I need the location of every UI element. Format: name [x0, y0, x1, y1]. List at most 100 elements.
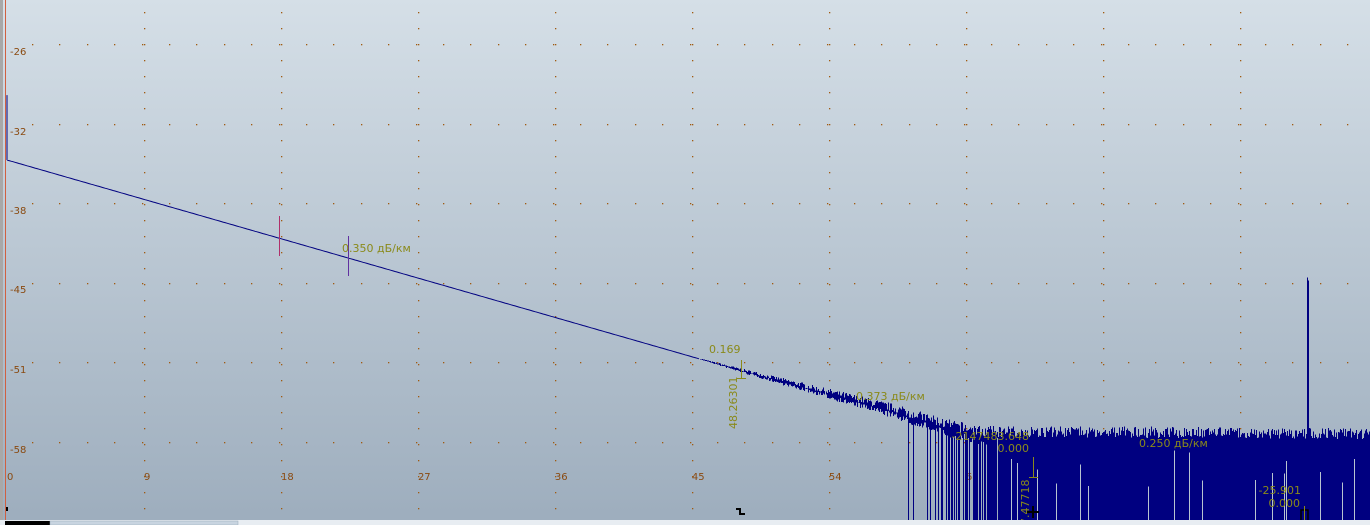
grid-dot [829, 380, 831, 382]
x-tick-label: 45 [692, 472, 705, 483]
grid-dot [580, 203, 582, 205]
grid-dot [692, 220, 694, 222]
grid-dot [114, 203, 116, 205]
grid-dot [1103, 28, 1105, 30]
y-tick-label: -38 [10, 206, 26, 217]
grid-dot [470, 283, 472, 285]
grid-dot [1103, 332, 1105, 334]
grid-dot [1103, 124, 1105, 126]
event3-loss-label: 0.000 [1269, 497, 1301, 510]
grid-dot [1238, 124, 1240, 126]
grid-dot [1073, 283, 1075, 285]
grid-dot [1240, 140, 1242, 142]
grid-dot [1240, 412, 1242, 414]
grid-dot [607, 362, 609, 364]
grid-dot [144, 284, 146, 286]
grid-dot [991, 283, 993, 285]
grid-dot [799, 124, 801, 126]
grid-dot [114, 362, 116, 364]
grid-dot [1103, 252, 1105, 254]
grid-dot [829, 92, 831, 94]
grid-dot [281, 444, 283, 446]
grid-dot [1292, 44, 1294, 46]
left-border [0, 0, 3, 525]
grid-dot [1103, 44, 1105, 46]
grid-dot [1240, 364, 1242, 366]
grid-dot [144, 220, 146, 222]
grid-dot [1240, 284, 1242, 286]
grid-dot [196, 124, 198, 126]
grid-dot [224, 283, 226, 285]
grid-dot [966, 172, 968, 174]
grid-dot [333, 362, 335, 364]
grid-dot [1073, 44, 1075, 46]
grid-dot [1103, 396, 1105, 398]
grid-dot [1292, 203, 1294, 205]
horizontal-scrollbar[interactable] [0, 520, 1370, 525]
grid-dot [418, 428, 420, 430]
grid-dot [224, 362, 226, 364]
grid-dot [829, 140, 831, 142]
grid-dot [224, 124, 226, 126]
grid-dot [881, 442, 883, 444]
grid-dot [553, 124, 555, 126]
grid-dot [144, 460, 146, 462]
grid-dot [1320, 124, 1322, 126]
grid-dot [692, 108, 694, 110]
x-tick-label: 54 [829, 472, 842, 483]
grid-dot [827, 283, 829, 285]
grid-dot [251, 44, 253, 46]
grid-dot [1046, 44, 1048, 46]
grid-dot [169, 203, 171, 205]
grid-dot [555, 124, 557, 126]
grid-dot [306, 124, 308, 126]
grid-dot [692, 236, 694, 238]
grid-dot [1238, 203, 1240, 205]
otdr-trace-chart[interactable]: -26 -32 -38 -45 -51 -58 0 9 18 27 36 45 54 63 72… [0, 0, 1370, 525]
grid-dot [144, 252, 146, 254]
grid-dot [966, 76, 968, 78]
grid-dot [142, 362, 144, 364]
grid-dot [829, 28, 831, 30]
event2-loss-label: 0.000 [998, 442, 1030, 455]
grid-dot [418, 156, 420, 158]
grid-dot [333, 124, 335, 126]
grid-dot [966, 364, 968, 366]
grid-dot [829, 124, 831, 126]
grid-dot [1101, 124, 1103, 126]
grid-dot [1183, 44, 1185, 46]
grid-dot [169, 362, 171, 364]
grid-dot [169, 283, 171, 285]
grid-dot [936, 124, 938, 126]
grid-dot [607, 442, 609, 444]
grid-dot [1103, 172, 1105, 174]
grid-dot [470, 442, 472, 444]
grid-dot [1210, 362, 1212, 364]
grid-dot [854, 442, 856, 444]
grid-dot [662, 44, 664, 46]
grid-dot [281, 412, 283, 414]
grid-dot [635, 44, 637, 46]
grid-dot [1183, 203, 1185, 205]
grid-dot [717, 203, 719, 205]
grid-dot [114, 442, 116, 444]
grid-dot [1155, 44, 1157, 46]
grid-dot [306, 442, 308, 444]
grid-dot [418, 92, 420, 94]
grid-dot [662, 362, 664, 364]
grid-dot [361, 442, 363, 444]
grid-dot [1240, 380, 1242, 382]
grid-dot [829, 460, 831, 462]
grid-dot [1101, 362, 1103, 364]
grid-dot [418, 236, 420, 238]
grid-dot [829, 412, 831, 414]
grid-dot [114, 124, 116, 126]
grid-dot [555, 156, 557, 158]
grid-dot [1238, 44, 1240, 46]
grid-dot [525, 44, 527, 46]
grid-dot [1265, 362, 1267, 364]
grid-dot [607, 283, 609, 285]
grid-dot [717, 362, 719, 364]
grid-dot [144, 268, 146, 270]
grid-dot [555, 492, 557, 494]
